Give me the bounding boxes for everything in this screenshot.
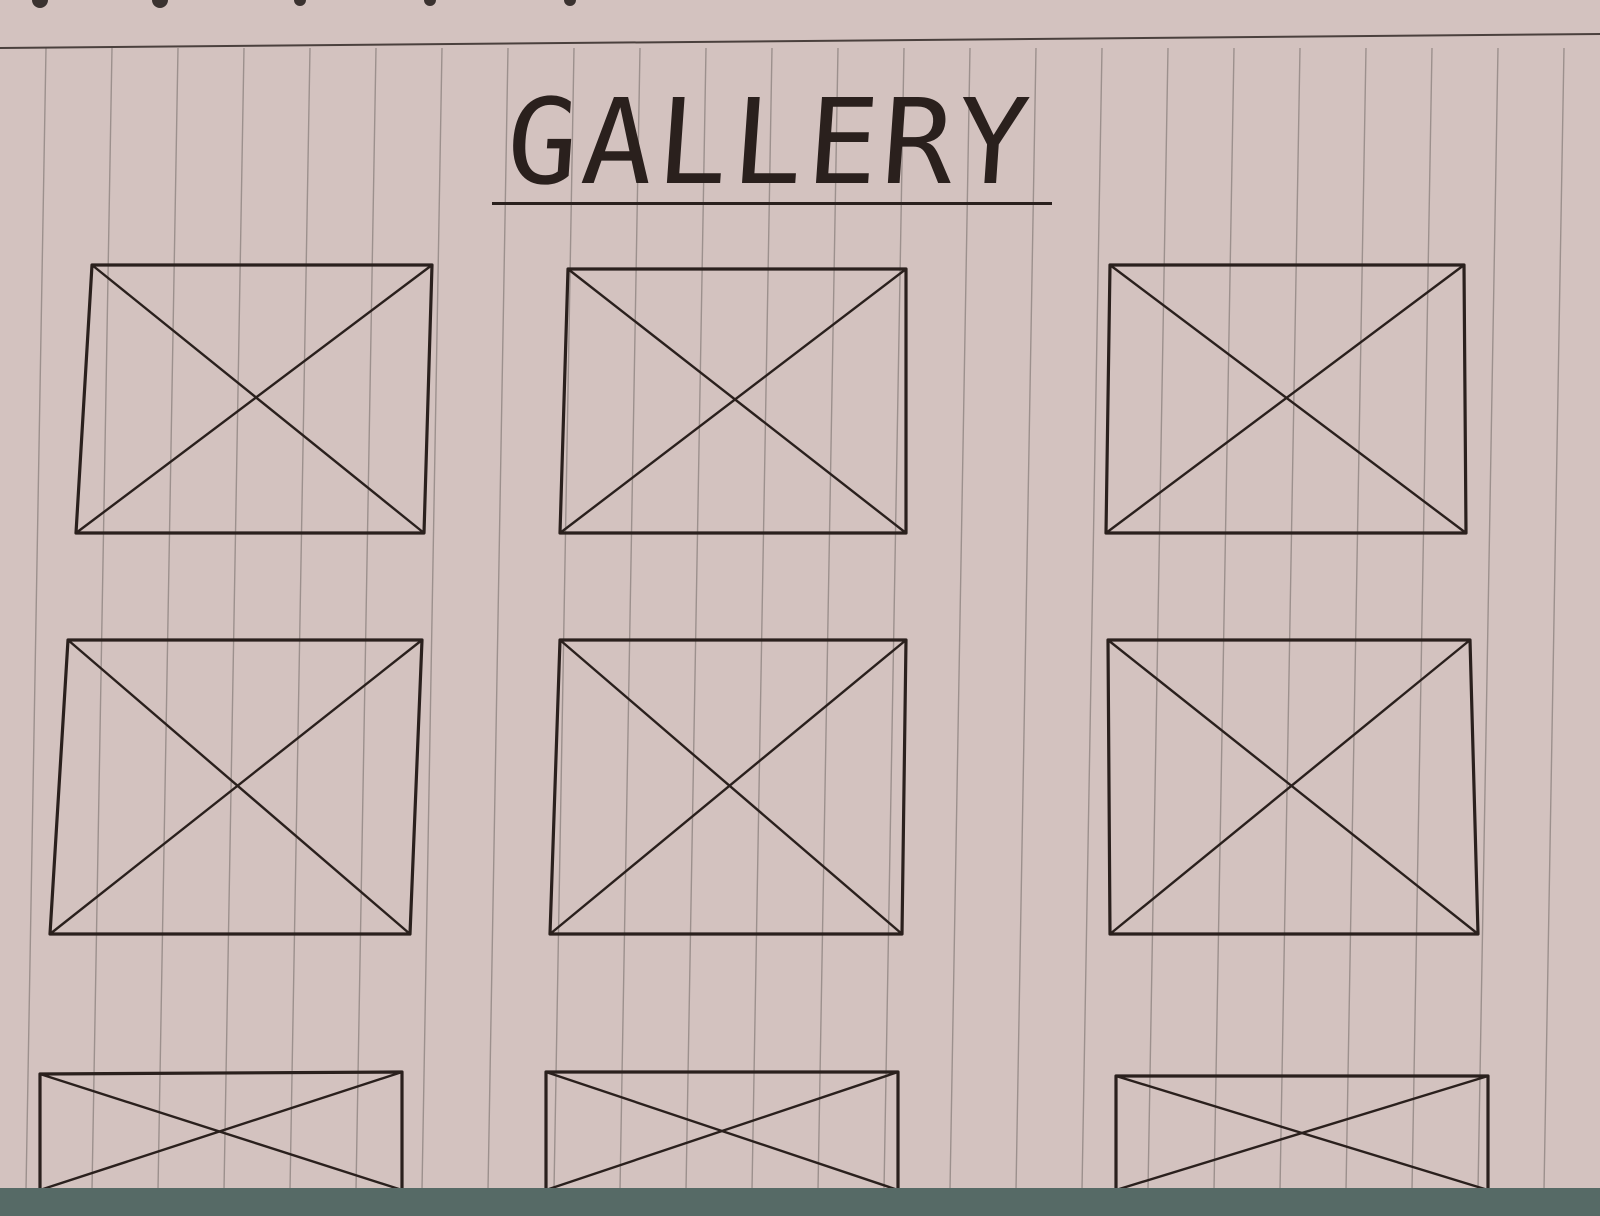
- title-underline: [492, 202, 1052, 205]
- page-title: GALLERY: [502, 73, 1038, 211]
- table-surface-edge: [0, 1188, 1600, 1216]
